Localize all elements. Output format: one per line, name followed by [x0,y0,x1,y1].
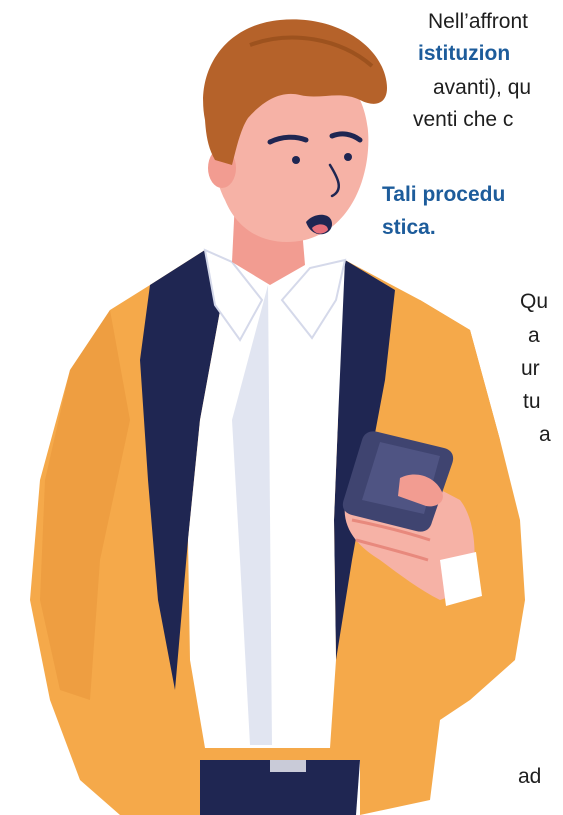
man-with-smartphone-illustration [30,19,525,815]
eye-left [292,156,300,164]
eye-right [344,153,352,161]
